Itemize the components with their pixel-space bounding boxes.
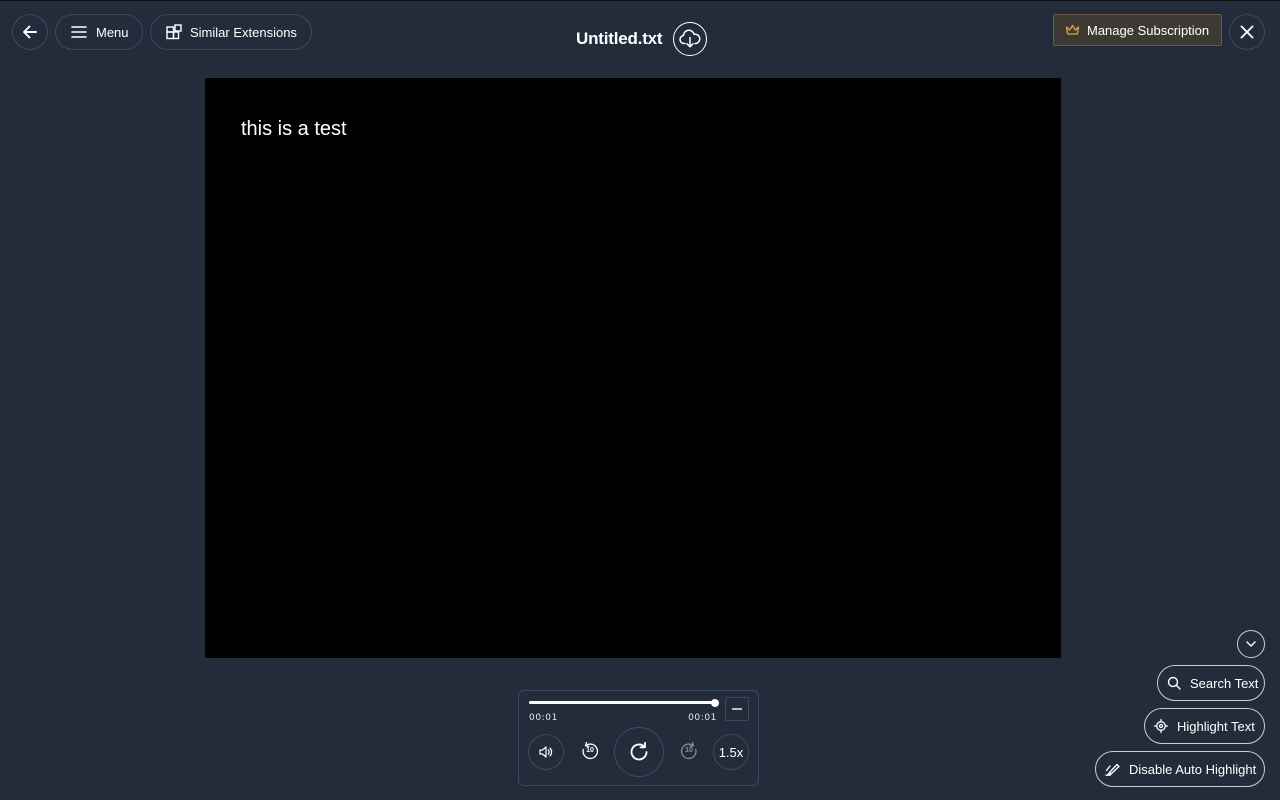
playback-speed-button[interactable]: 1.5x [713,734,749,770]
playback-speed-label: 1.5x [718,744,744,760]
cloud-download-icon [679,29,701,49]
manage-subscription-label: Manage Subscription [1087,22,1210,38]
close-button[interactable] [1229,14,1265,50]
volume-icon [538,745,554,759]
replay-button[interactable] [614,727,664,777]
back-button[interactable] [12,14,48,50]
total-time: 00:01 [688,713,717,723]
chevron-down-icon [1246,641,1256,647]
progress-bar[interactable] [529,698,719,707]
window-top-border [0,0,1280,1]
document-viewer[interactable]: this is a test [205,78,1061,658]
disable-auto-highlight-button[interactable]: Disable Auto Highlight [1095,751,1265,787]
rewind-10-icon: 10 [580,741,600,761]
similar-extensions-button[interactable]: Similar Extensions [150,14,312,50]
highlight-text-label: Highlight Text [1177,718,1255,734]
search-text-button[interactable]: Search Text [1157,665,1265,701]
highlighter-icon [1105,762,1120,776]
minus-icon [732,708,742,710]
search-icon [1167,676,1181,690]
menu-button[interactable]: Menu [55,14,143,50]
rewind-seconds-label: 10 [586,747,594,754]
current-time: 00:01 [529,713,558,723]
arrow-left-icon [21,23,39,41]
similar-extensions-label: Similar Extensions [190,24,297,40]
menu-label: Menu [96,24,129,40]
forward-seconds-label: 10 [685,747,693,754]
rewind-10-button[interactable]: 10 [575,736,605,766]
document-title: Untitled.txt [576,29,663,48]
highlight-text-button[interactable]: Highlight Text [1144,708,1265,744]
document-text: this is a test [241,118,347,140]
close-icon [1239,24,1255,40]
extensions-icon [166,24,182,40]
manage-subscription-button[interactable]: Manage Subscription [1053,14,1222,46]
forward-10-button[interactable]: 10 [674,736,704,766]
replay-icon [628,741,650,763]
crown-icon [1065,24,1080,36]
target-icon [1154,719,1168,733]
volume-button[interactable] [528,734,564,770]
download-button[interactable] [673,22,708,56]
hamburger-icon [71,25,87,39]
minimize-player-button[interactable] [725,697,749,721]
progress-fill [529,701,715,704]
search-text-label: Search Text [1190,675,1259,691]
progress-thumb[interactable] [711,698,719,707]
audio-player: 00:01 00:01 10 10 1.5x [518,690,759,786]
disable-auto-highlight-label: Disable Auto Highlight [1129,761,1257,777]
forward-10-icon: 10 [679,741,699,761]
title-group: Untitled.txt [576,22,708,56]
collapse-tools-button[interactable] [1237,630,1265,658]
